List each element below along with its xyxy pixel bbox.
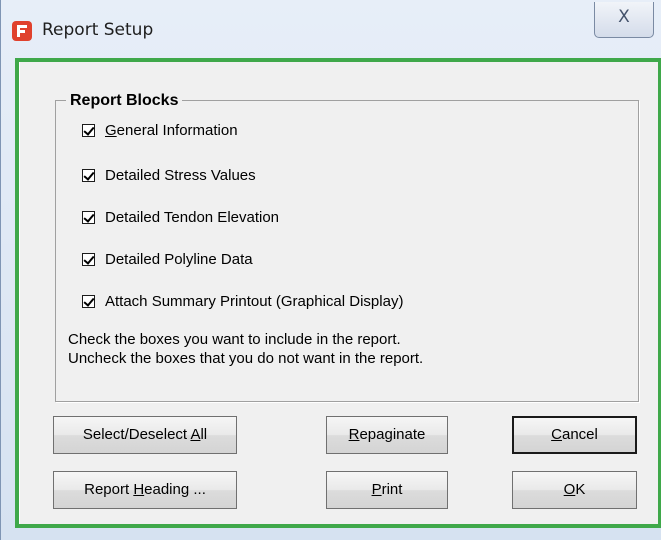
hint-line-1: Check the boxes you want to include in t… [68,331,401,348]
checkbox-label: Detailed Tendon Elevation [105,208,280,226]
ok-button[interactable]: OK [512,471,637,509]
group-title: Report Blocks [66,92,183,110]
checkbox-detailed-stress-values[interactable]: Detailed Stress Values [82,164,256,186]
repaginate-button[interactable]: Repaginate [326,416,448,454]
print-button[interactable]: Print [326,471,448,509]
title-bar[interactable]: Report Setup X [1,0,661,58]
checkbox-box[interactable] [82,294,95,308]
checkbox-box[interactable] [82,123,95,137]
checkbox-attach-summary-printout[interactable]: Attach Summary Printout (Graphical Displ… [82,290,403,312]
app-logo-icon [12,21,32,41]
checkbox-label: Detailed Polyline Data [105,250,253,268]
checkbox-box[interactable] [82,252,95,266]
dialog-client-area: Report Blocks General Information Detail… [15,58,661,528]
checkbox-detailed-polyline-data[interactable]: Detailed Polyline Data [82,248,253,270]
close-button[interactable]: X [594,2,654,38]
report-setup-window: Report Setup X Report Blocks General Inf… [0,0,661,540]
checkbox-label: Detailed Stress Values [105,166,256,184]
cancel-button[interactable]: Cancel [512,416,637,454]
checkbox-label: Attach Summary Printout (Graphical Displ… [105,292,404,310]
select-deselect-all-button[interactable]: Select/Deselect All [53,416,237,454]
checkbox-general-information[interactable]: General Information [82,119,238,141]
close-icon: X [618,7,630,27]
dialog-body: Report Blocks General Information Detail… [19,62,658,524]
checkbox-box[interactable] [82,168,95,182]
window-title: Report Setup [42,20,154,40]
checkbox-box[interactable] [82,210,95,224]
hint-line-2: Uncheck the boxes that you do not want i… [68,350,424,367]
checkbox-label: General Information [105,121,238,139]
checkbox-detailed-tendon-elevation[interactable]: Detailed Tendon Elevation [82,206,279,228]
report-heading-button[interactable]: Report Heading ... [53,471,237,509]
